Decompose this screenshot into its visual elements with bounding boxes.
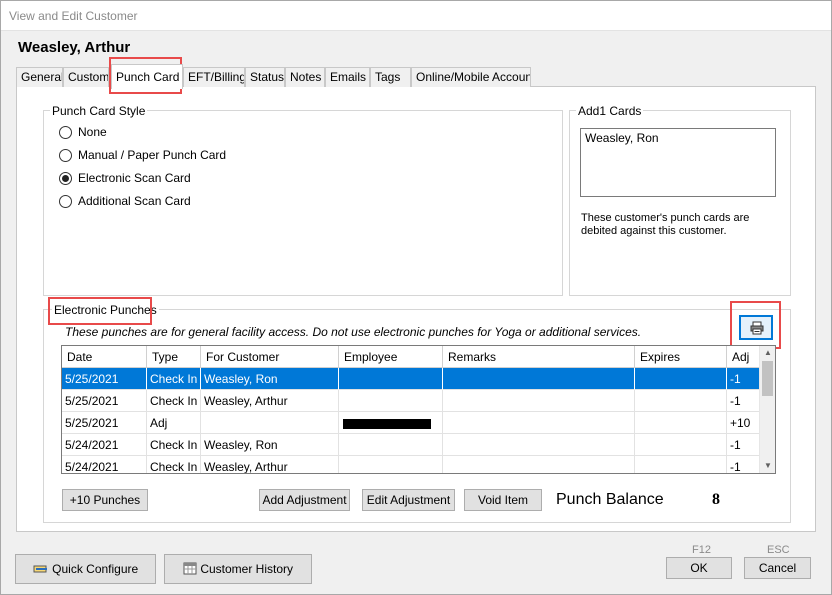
scroll-down-arrow-icon[interactable]: ▼ (760, 459, 775, 473)
radio-label: Electronic Scan Card (78, 171, 191, 185)
edit-adjustment-button[interactable]: Edit Adjustment (362, 489, 455, 511)
radio-label: None (78, 125, 107, 139)
radio-label: Manual / Paper Punch Card (78, 148, 227, 162)
table-vertical-scrollbar[interactable]: ▲ ▼ (759, 346, 775, 473)
cell-adj: -1 (727, 390, 760, 412)
cell-type: Check In (147, 368, 201, 390)
cell-expires (635, 412, 727, 434)
column-header-adj[interactable]: Adj (727, 346, 760, 368)
radio-circle (59, 195, 72, 208)
cell-for-customer (201, 412, 339, 434)
tab-online-mobile-account[interactable]: Online/Mobile Account (411, 67, 531, 87)
cancel-shortcut-hint: ESC (767, 544, 790, 556)
cell-adj: -1 (727, 456, 760, 473)
table-header: Date Type For Customer Employee Remarks … (62, 346, 760, 368)
cell-expires (635, 434, 727, 456)
cell-remarks (443, 412, 635, 434)
cell-type: Check In (147, 390, 201, 412)
list-item[interactable]: Weasley, Ron (585, 131, 659, 145)
cell-type: Check In (147, 434, 201, 456)
tab-notes[interactable]: Notes (285, 67, 325, 87)
cell-date: 5/24/2021 (62, 456, 147, 473)
column-header-type[interactable]: Type (147, 346, 201, 368)
cell-employee (339, 368, 443, 390)
cell-for-customer: Weasley, Arthur (201, 390, 339, 412)
electronic-punches-notice: These punches are for general facility a… (65, 325, 642, 339)
cancel-button[interactable]: Cancel (744, 557, 811, 579)
cell-employee (339, 390, 443, 412)
cell-for-customer: Weasley, Ron (201, 368, 339, 390)
cell-date: 5/25/2021 (62, 390, 147, 412)
punch-balance-value: 8 (712, 491, 720, 508)
column-header-expires[interactable]: Expires (635, 346, 727, 368)
table-row[interactable]: 5/25/2021 Check In Weasley, Arthur -1 (62, 390, 760, 412)
table-row[interactable]: 5/25/2021 Check In Weasley, Ron -1 (62, 368, 760, 390)
cell-employee (339, 456, 443, 473)
radio-circle-checked (59, 172, 72, 185)
cell-expires (635, 368, 727, 390)
quick-configure-button[interactable]: Quick Configure (15, 554, 156, 584)
table-row[interactable]: 5/25/2021 Adj +10 (62, 412, 760, 434)
window-title: View and Edit Customer (9, 9, 138, 23)
cell-type: Check In (147, 456, 201, 473)
tab-status[interactable]: Status (245, 67, 285, 87)
punches-table[interactable]: Date Type For Customer Employee Remarks … (61, 345, 776, 474)
cell-adj: +10 (727, 412, 760, 434)
radio-label: Additional Scan Card (78, 194, 191, 208)
add1-cards-note: These customer's punch cards are debited… (581, 212, 750, 237)
redacted-block (343, 419, 431, 429)
tab-emails[interactable]: Emails (325, 67, 370, 87)
cell-remarks (443, 390, 635, 412)
add1-cards-list[interactable]: Weasley, Ron (580, 128, 776, 197)
cell-type: Adj (147, 412, 201, 434)
column-header-for-customer[interactable]: For Customer (201, 346, 339, 368)
punch-card-style-label: Punch Card Style (50, 104, 148, 118)
cell-date: 5/25/2021 (62, 412, 147, 434)
ok-button[interactable]: OK (666, 557, 732, 579)
column-header-date[interactable]: Date (62, 346, 147, 368)
cell-adj: -1 (727, 434, 760, 456)
scroll-thumb[interactable] (762, 361, 773, 396)
printer-icon (750, 321, 764, 335)
cell-remarks (443, 368, 635, 390)
table-row[interactable]: 5/24/2021 Check In Weasley, Arthur -1 (62, 456, 760, 473)
cell-for-customer: Weasley, Arthur (201, 456, 339, 473)
cell-employee (339, 412, 443, 434)
scroll-up-arrow-icon[interactable]: ▲ (760, 346, 775, 360)
cell-expires (635, 390, 727, 412)
cell-remarks (443, 434, 635, 456)
quick-configure-label: Quick Configure (52, 562, 139, 576)
tab-punch-card[interactable]: Punch Card (111, 64, 183, 89)
cell-date: 5/24/2021 (62, 434, 147, 456)
tab-tags[interactable]: Tags (370, 67, 411, 87)
customer-history-button[interactable]: Customer History (164, 554, 312, 584)
radio-circle (59, 149, 72, 162)
table-row[interactable]: 5/24/2021 Check In Weasley, Ron -1 (62, 434, 760, 456)
wrench-icon (33, 565, 47, 573)
ok-shortcut-hint: F12 (692, 544, 711, 556)
electronic-punches-label: Electronic Punches (52, 303, 159, 317)
add-ten-punches-button[interactable]: +10 Punches (62, 489, 148, 511)
punch-balance-label: Punch Balance (556, 491, 664, 508)
calendar-icon (183, 562, 197, 575)
radio-circle (59, 126, 72, 139)
column-header-employee[interactable]: Employee (339, 346, 443, 368)
tab-custom[interactable]: Custom (63, 67, 109, 87)
cell-adj: -1 (727, 368, 760, 390)
title-bar: View and Edit Customer (0, 0, 832, 31)
void-item-button[interactable]: Void Item (464, 489, 542, 511)
column-header-remarks[interactable]: Remarks (443, 346, 635, 368)
print-button[interactable] (739, 315, 773, 340)
cell-remarks (443, 456, 635, 473)
cell-date: 5/25/2021 (62, 368, 147, 390)
cell-for-customer: Weasley, Ron (201, 434, 339, 456)
customer-history-label: Customer History (200, 562, 294, 576)
customer-name: Weasley, Arthur (18, 39, 131, 56)
add1-cards-label: Add1 Cards (576, 104, 644, 118)
cell-employee (339, 434, 443, 456)
tab-general[interactable]: General (16, 67, 63, 87)
add-adjustment-button[interactable]: Add Adjustment (259, 489, 350, 511)
tab-eft-billing[interactable]: EFT/Billing (183, 67, 245, 87)
cell-expires (635, 456, 727, 473)
